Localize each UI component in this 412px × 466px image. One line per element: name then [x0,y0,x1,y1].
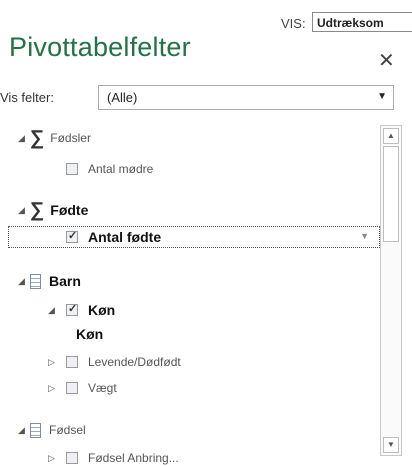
triangle-down-icon[interactable]: ◢ [18,133,30,144]
field-sub-label: Køn [76,326,104,342]
scroll-thumb[interactable] [383,146,399,242]
group-fodsel[interactable]: ◢ Fødsel [18,419,86,441]
pane-title: Pivottabelfelter [9,32,191,62]
group-fodte[interactable]: ◢ ∑ Fødte [18,199,88,221]
vertical-scrollbar[interactable]: ▲ ▼ [380,125,402,456]
triangle-right-icon[interactable]: ▷ [48,357,60,368]
triangle-right-icon[interactable]: ▷ [48,453,60,464]
table-icon [30,422,41,438]
triangle-right-icon[interactable]: ▷ [48,383,60,394]
field-partial[interactable]: ▷ Fødsel Anbring... [48,447,179,466]
triangle-down-icon[interactable]: ◢ [18,425,30,436]
checkbox[interactable] [66,452,78,464]
checkbox[interactable] [66,163,78,175]
show-fields-value: (Alle) [107,90,138,105]
field-antal-modre[interactable]: Antal mødre [66,158,153,180]
group-label: Fødte [50,202,89,218]
vis-label: VIS: [281,16,306,31]
field-vaegt[interactable]: ▷ Vægt [48,377,117,399]
checkbox[interactable] [66,356,78,368]
vis-value-box[interactable]: Udtræksom [312,12,412,32]
checkbox-checked[interactable] [66,302,78,316]
scroll-down-icon[interactable]: ▼ [383,437,399,453]
field-label: Antal fødte [88,229,162,245]
checkbox-checked[interactable] [66,229,78,243]
field-label: Køn [88,302,116,318]
field-dropdown-icon[interactable]: ▼ [360,231,369,241]
close-icon[interactable]: ✕ [378,48,395,73]
scroll-up-icon[interactable]: ▲ [383,128,399,144]
group-label: Fødsel [49,423,86,437]
selected-field-row[interactable]: ▼ [8,226,380,248]
field-levende-dodfodt[interactable]: ▷ Levende/Dødfødt [48,351,181,373]
group-barn[interactable]: ◢ Barn [18,270,81,292]
triangle-down-icon[interactable]: ◢ [18,276,30,287]
field-antal-fodte[interactable]: Antal fødte [66,226,161,248]
field-kon-sub: Køn [76,323,103,345]
dropdown-arrow-icon: ▼ [377,91,387,102]
field-label: Antal mødre [88,162,154,176]
triangle-down-icon[interactable]: ◢ [18,205,30,216]
show-fields-label: Vis felter: [0,90,54,105]
group-fodsler[interactable]: ◢ ∑ Fødsler [18,127,91,149]
table-icon [30,273,41,289]
checkbox[interactable] [66,382,78,394]
sigma-icon: ∑ [30,127,45,149]
field-label: Fødsel Anbring... [88,451,179,465]
sigma-icon: ∑ [30,199,45,221]
field-label: Vægt [88,381,117,395]
group-label: Barn [49,273,81,289]
triangle-down-icon[interactable]: ◢ [48,305,60,316]
field-kon[interactable]: ◢ Køn [48,299,115,321]
show-fields-dropdown[interactable]: (Alle) ▼ [98,85,394,110]
group-label: Fødsler [50,131,91,145]
field-label: Levende/Dødfødt [88,355,181,369]
field-list[interactable]: ◢ ∑ Fødsler Antal mødre ◢ ∑ Fødte ▼ Anta… [0,125,380,466]
